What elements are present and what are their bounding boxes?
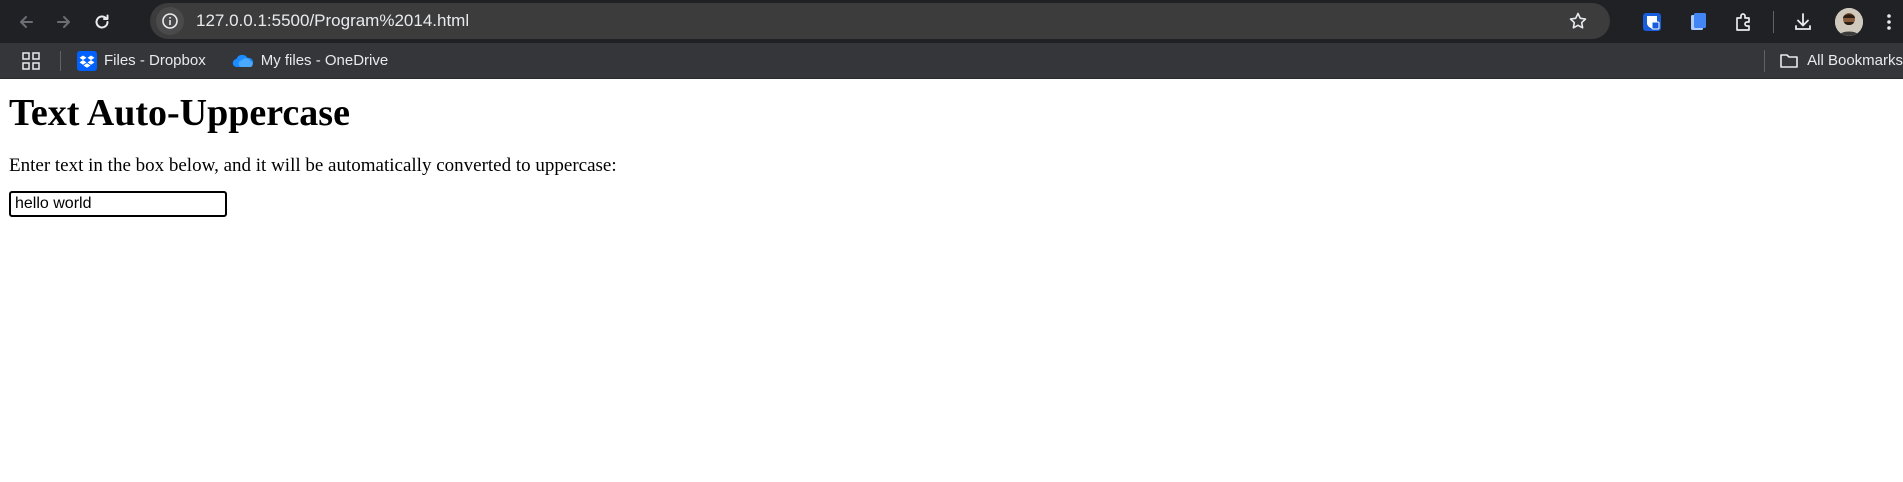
apps-grid-icon [22, 51, 40, 70]
onedrive-icon [232, 54, 253, 67]
dropbox-icon [77, 50, 97, 71]
apps-button[interactable] [16, 46, 46, 76]
reload-icon [95, 14, 109, 28]
page-content: Text Auto-Uppercase Enter text in the bo… [0, 79, 1903, 482]
browser-toolbar: 127.0.0.1:5500/Program%2014.html [0, 0, 1903, 43]
back-button[interactable] [8, 4, 44, 40]
docs-extension-button[interactable] [1680, 4, 1716, 40]
toolbar-right-icons [1629, 0, 1903, 43]
browser-menu-button[interactable] [1877, 4, 1901, 40]
downloads-button[interactable] [1785, 4, 1821, 40]
avatar [1835, 7, 1863, 36]
reload-button[interactable] [84, 4, 120, 40]
instruction-text: Enter text in the box below, and it will… [9, 154, 617, 176]
bookmark-dropbox[interactable]: Files - Dropbox [73, 47, 210, 75]
site-info-button[interactable] [156, 7, 184, 35]
bookmark-label: Files - Dropbox [104, 52, 206, 69]
uppercase-text-input[interactable] [9, 190, 227, 217]
bookmark-star-icon [1569, 12, 1587, 29]
back-icon [20, 15, 33, 28]
extensions-button[interactable] [1726, 4, 1762, 40]
bookmarks-divider [60, 50, 61, 71]
bookmark-label: My files - OneDrive [260, 52, 389, 69]
extensions-icon [1736, 12, 1750, 31]
menu-icon [1887, 13, 1891, 30]
bookmark-star-button[interactable] [1566, 9, 1590, 33]
folder-icon [1780, 53, 1798, 68]
all-bookmarks-label: All Bookmarks [1807, 52, 1903, 69]
page-title: Text Auto-Uppercase [9, 92, 350, 134]
download-icon [1795, 12, 1811, 30]
bookmarks-bar: Files - Dropbox My files - OneDrive All … [0, 43, 1903, 79]
forward-icon [57, 15, 70, 28]
url-text[interactable]: 127.0.0.1:5500/Program%2014.html [196, 11, 469, 31]
bitwarden-extension-button[interactable] [1634, 4, 1670, 40]
browser-window: 127.0.0.1:5500/Program%2014.html Files -… [0, 0, 1903, 482]
all-bookmarks[interactable]: All Bookmarks [1758, 43, 1903, 78]
profile-button[interactable] [1831, 4, 1867, 40]
site-info-icon [162, 13, 178, 29]
toolbar-separator [1773, 10, 1774, 33]
bitwarden-icon [1643, 12, 1661, 31]
forward-button[interactable] [46, 4, 82, 40]
address-bar[interactable]: 127.0.0.1:5500/Program%2014.html [150, 3, 1610, 39]
bookmarks-right-divider [1764, 49, 1766, 72]
bookmark-onedrive[interactable]: My files - OneDrive [228, 47, 393, 75]
docs-extension-icon [1691, 12, 1706, 30]
